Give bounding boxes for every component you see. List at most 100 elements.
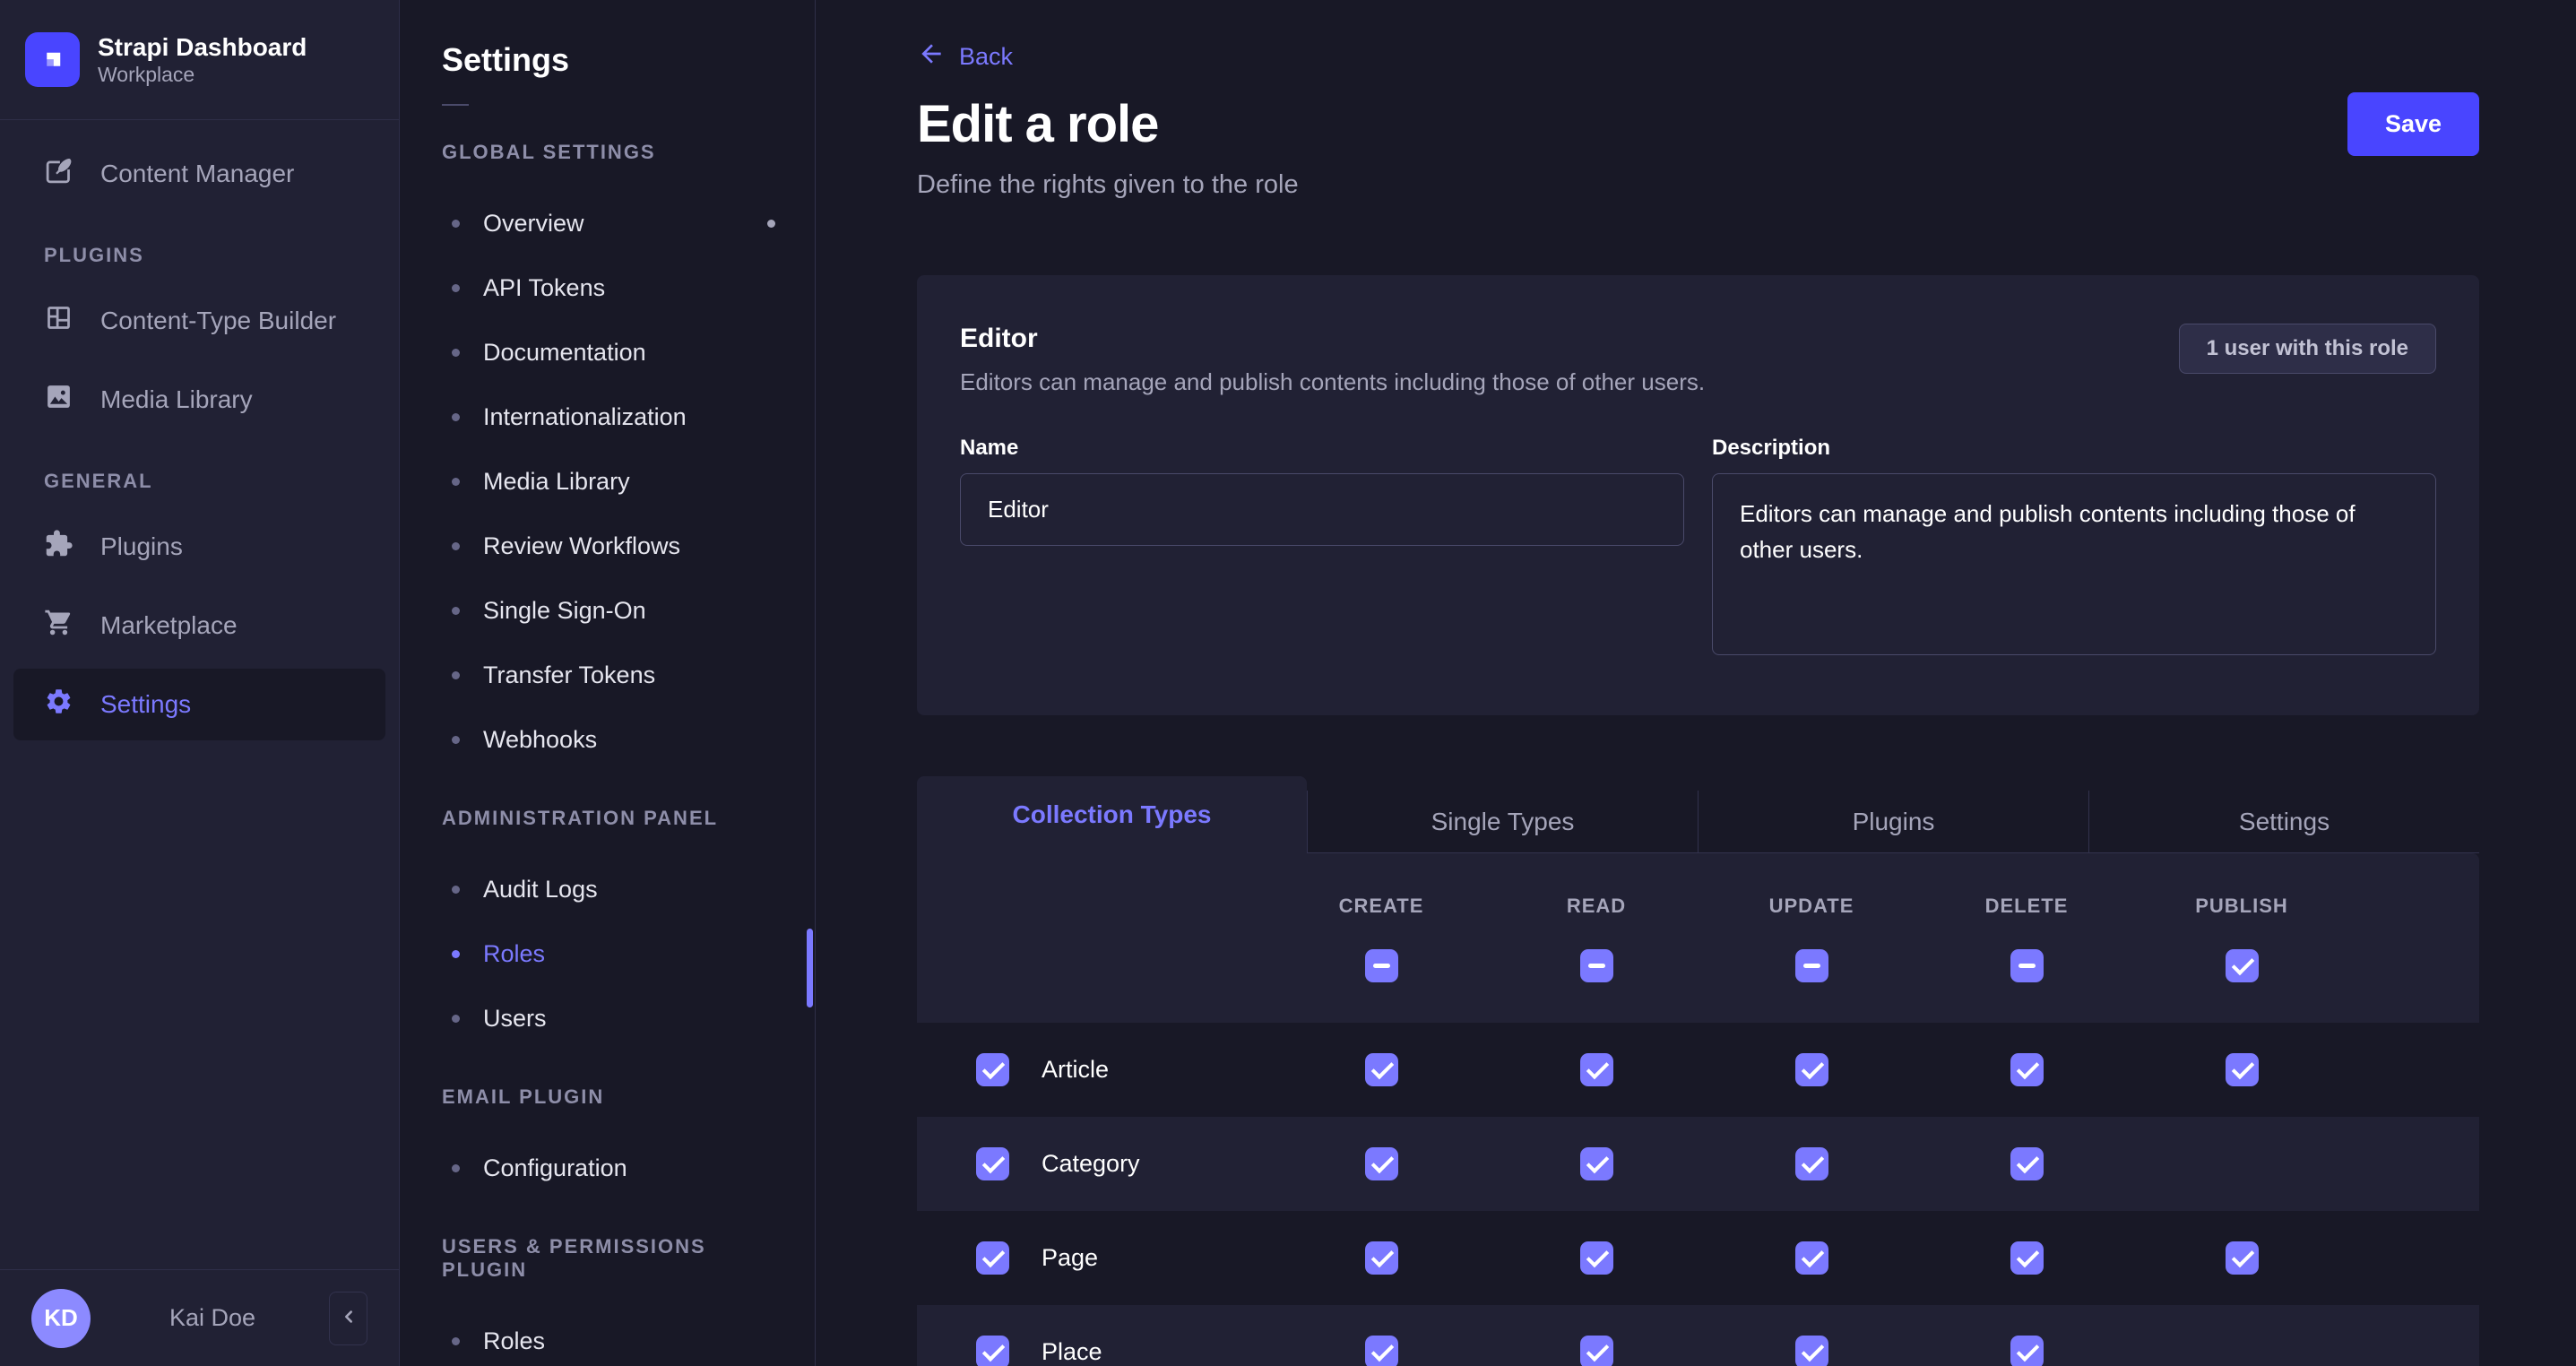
bullet-icon	[452, 1337, 460, 1345]
subnav-item-transfer-tokens[interactable]: Transfer Tokens	[400, 643, 815, 707]
tab-collection-types[interactable]: Collection Types	[917, 776, 1307, 853]
cell-delete	[1919, 1241, 2134, 1275]
main-nav: Content Manager PLUGINS Content-Type Bui…	[0, 120, 399, 1269]
role-title: Editor	[960, 324, 1705, 354]
subnav-title: Settings	[400, 0, 815, 79]
tab-single-types[interactable]: Single Types	[1307, 791, 1698, 853]
bullet-icon	[452, 478, 460, 486]
users-with-role-button[interactable]: 1 user with this role	[2179, 324, 2436, 374]
read-checkbox[interactable]	[1580, 1147, 1613, 1180]
delete-checkbox[interactable]	[2010, 1147, 2044, 1180]
cart-icon	[44, 608, 73, 644]
row-select-checkbox[interactable]	[976, 1336, 1009, 1366]
nav-item-content-manager[interactable]: Content Manager	[13, 138, 385, 210]
description-textarea[interactable]: Editors can manage and publish contents …	[1712, 473, 2436, 655]
row-select-checkbox[interactable]	[976, 1147, 1009, 1180]
delete-checkbox[interactable]	[2010, 1241, 2044, 1275]
subnav-item-overview[interactable]: Overview	[400, 191, 815, 255]
subnav-item-label: Configuration	[483, 1154, 627, 1182]
cell-read	[1489, 1336, 1704, 1366]
subnav-item-single-sign-on[interactable]: Single Sign-On	[400, 578, 815, 643]
subnav-group-users-permissions-plugin: USERS & PERMISSIONS PLUGIN	[400, 1235, 815, 1282]
row-name-cell: Page	[917, 1241, 1274, 1275]
read-checkbox[interactable]	[1580, 1336, 1613, 1366]
role-description-text: Editors can manage and publish contents …	[960, 368, 1705, 396]
cell-publish	[2134, 1336, 2349, 1366]
row-select-checkbox[interactable]	[976, 1053, 1009, 1086]
description-field-group: Description Editors can manage and publi…	[1712, 436, 2436, 660]
nav-item-plugins[interactable]: Plugins	[13, 511, 385, 583]
bullet-icon	[452, 220, 460, 228]
bullet-icon	[452, 886, 460, 894]
row-label: Article	[1042, 1056, 1109, 1084]
nav-item-marketplace[interactable]: Marketplace	[13, 590, 385, 661]
nav-section-plugins: PLUGINS	[13, 244, 385, 267]
create-checkbox[interactable]	[1365, 1053, 1398, 1086]
subnav-item-internationalization[interactable]: Internationalization	[400, 385, 815, 449]
subnav-item-label: Users	[483, 1005, 547, 1033]
cell-delete	[1919, 1336, 2134, 1366]
subnav-group-email-plugin: EMAIL PLUGIN	[400, 1085, 815, 1109]
back-link[interactable]: Back	[917, 39, 1013, 74]
cell-publish	[2134, 1147, 2349, 1180]
arrow-left-icon	[917, 39, 946, 74]
subnav-item-label: Internationalization	[483, 403, 687, 431]
update-checkbox[interactable]	[1795, 1336, 1828, 1366]
read-select-all-checkbox[interactable]	[1580, 949, 1613, 982]
delete-checkbox[interactable]	[2010, 1053, 2044, 1086]
page-subtitle: Define the rights given to the role	[917, 170, 2479, 200]
subnav-item-roles[interactable]: Roles	[400, 921, 815, 986]
subnav-item-review-workflows[interactable]: Review Workflows	[400, 514, 815, 578]
nav-item-settings[interactable]: Settings	[13, 669, 385, 740]
cell-read	[1489, 1241, 1704, 1275]
cell-update	[1704, 1336, 1919, 1366]
tab-settings[interactable]: Settings	[2088, 791, 2479, 853]
collapse-sidebar-button[interactable]	[329, 1292, 367, 1345]
workspace-header[interactable]: Strapi Dashboard Workplace	[0, 0, 399, 120]
main-content: Back Edit a role Save Define the rights …	[816, 0, 2576, 1366]
delete-checkbox[interactable]	[2010, 1336, 2044, 1366]
subnav-item-label: Documentation	[483, 339, 646, 367]
name-label: Name	[960, 436, 1684, 461]
nav-item-content-type-builder[interactable]: Content-Type Builder	[13, 285, 385, 357]
puzzle-icon	[44, 529, 73, 565]
subnav-item-api-tokens[interactable]: API Tokens	[400, 255, 815, 320]
subnav-item-documentation[interactable]: Documentation	[400, 320, 815, 385]
workspace-text: Strapi Dashboard Workplace	[98, 31, 307, 88]
create-checkbox[interactable]	[1365, 1147, 1398, 1180]
update-checkbox[interactable]	[1795, 1147, 1828, 1180]
subnav-item-webhooks[interactable]: Webhooks	[400, 707, 815, 772]
row-select-checkbox[interactable]	[976, 1241, 1009, 1275]
subnav-item-media-library[interactable]: Media Library	[400, 449, 815, 514]
subnav-item-label: Review Workflows	[483, 532, 680, 560]
update-checkbox[interactable]	[1795, 1241, 1828, 1275]
subnav-item-configuration[interactable]: Configuration	[400, 1136, 815, 1200]
read-checkbox[interactable]	[1580, 1053, 1613, 1086]
row-label: Place	[1042, 1338, 1102, 1366]
subnav-scrollbar-thumb[interactable]	[807, 929, 813, 1007]
publish-checkbox[interactable]	[2226, 1053, 2259, 1086]
image-icon	[44, 382, 73, 418]
publish-checkbox[interactable]	[2226, 1241, 2259, 1275]
nav-item-media-library[interactable]: Media Library	[13, 364, 385, 436]
subnav-item-audit-logs[interactable]: Audit Logs	[400, 857, 815, 921]
tab-plugins[interactable]: Plugins	[1698, 791, 2088, 853]
save-button[interactable]: Save	[2347, 92, 2479, 156]
notification-dot	[767, 220, 775, 228]
create-checkbox[interactable]	[1365, 1336, 1398, 1366]
bullet-icon	[452, 284, 460, 292]
delete-select-all-checkbox[interactable]	[2010, 949, 2044, 982]
publish-select-all-checkbox[interactable]	[2226, 949, 2259, 982]
update-select-all-checkbox[interactable]	[1795, 949, 1828, 982]
role-card-titles: Editor Editors can manage and publish co…	[960, 324, 1705, 396]
subnav-divider	[442, 104, 469, 106]
read-checkbox[interactable]	[1580, 1241, 1613, 1275]
update-checkbox[interactable]	[1795, 1053, 1828, 1086]
create-select-all-checkbox[interactable]	[1365, 949, 1398, 982]
bullet-icon	[452, 671, 460, 679]
subnav-item-users[interactable]: Users	[400, 986, 815, 1050]
subnav-item-label: Webhooks	[483, 726, 597, 754]
name-input[interactable]	[960, 473, 1684, 546]
subnav-item-up-roles[interactable]: Roles	[400, 1309, 815, 1366]
create-checkbox[interactable]	[1365, 1241, 1398, 1275]
